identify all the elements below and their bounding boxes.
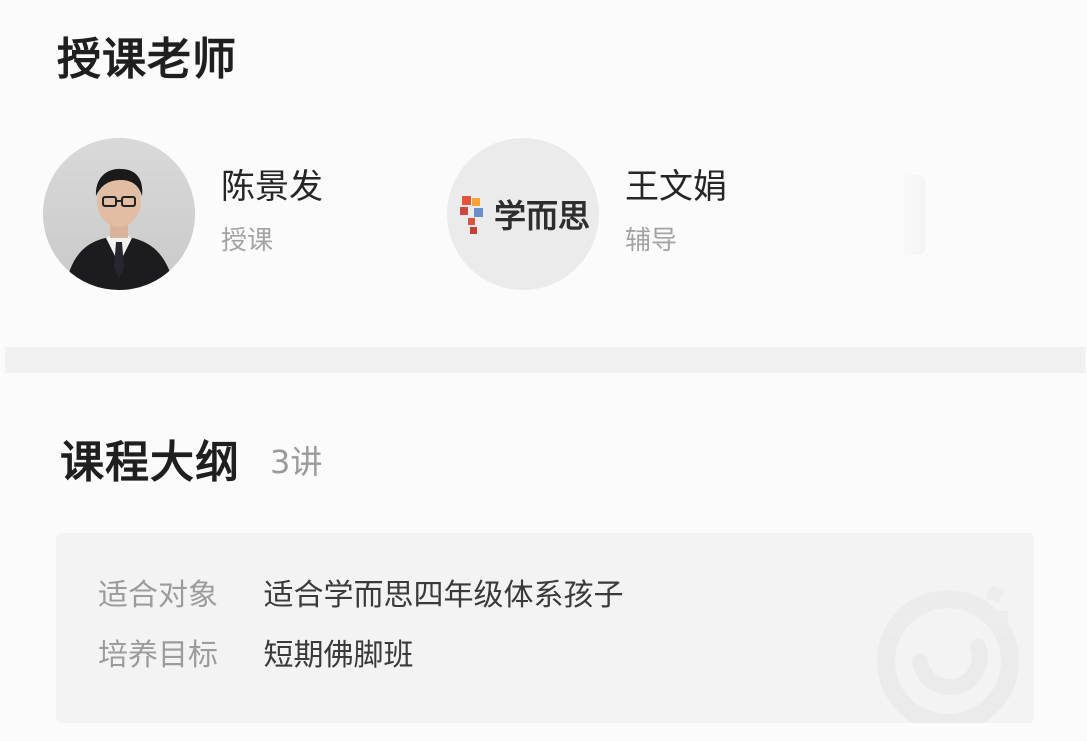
teacher-avatar-brand: 学而思	[447, 138, 599, 290]
lesson-count: 3讲	[270, 443, 323, 481]
teacher-role: 授课	[221, 226, 274, 256]
teacher-name: 王文娟	[625, 167, 727, 207]
teacher-avatar	[43, 138, 195, 290]
outline-section-title: 课程大纲	[60, 437, 240, 488]
teacher-card-chen[interactable]: 陈景发 授课	[43, 138, 363, 290]
teacher-name: 陈景发	[221, 167, 323, 207]
info-label: 培养目标	[98, 638, 218, 673]
info-row-target-audience: 适合对象 适合学而思四年级体系孩子	[98, 581, 624, 611]
brand-logo-text: 学而思	[493, 197, 590, 235]
section-divider	[5, 347, 1085, 373]
brand-logo-icon	[459, 196, 483, 234]
info-value: 短期佛脚班	[263, 638, 414, 673]
info-value: 适合学而思四年级体系孩子	[263, 578, 624, 613]
course-detail-page: 授课老师 陈景发 授课 学而思 王文娟 辅导 课程大纲 3讲 适合对象 适合学而…	[0, 0, 1087, 741]
next-teacher-peek[interactable]	[895, 175, 925, 255]
teacher-card-wang[interactable]: 学而思 王文娟 辅导	[447, 138, 767, 290]
teachers-section-title: 授课老师	[57, 34, 237, 85]
brand-watermark-icon	[877, 585, 1019, 723]
teacher-photo-icon	[43, 138, 195, 290]
info-row-training-goal: 培养目标 短期佛脚班	[98, 641, 414, 671]
info-label: 适合对象	[98, 578, 218, 613]
teacher-role: 辅导	[625, 226, 678, 256]
course-info-card: 适合对象 适合学而思四年级体系孩子 培养目标 短期佛脚班	[56, 533, 1034, 723]
